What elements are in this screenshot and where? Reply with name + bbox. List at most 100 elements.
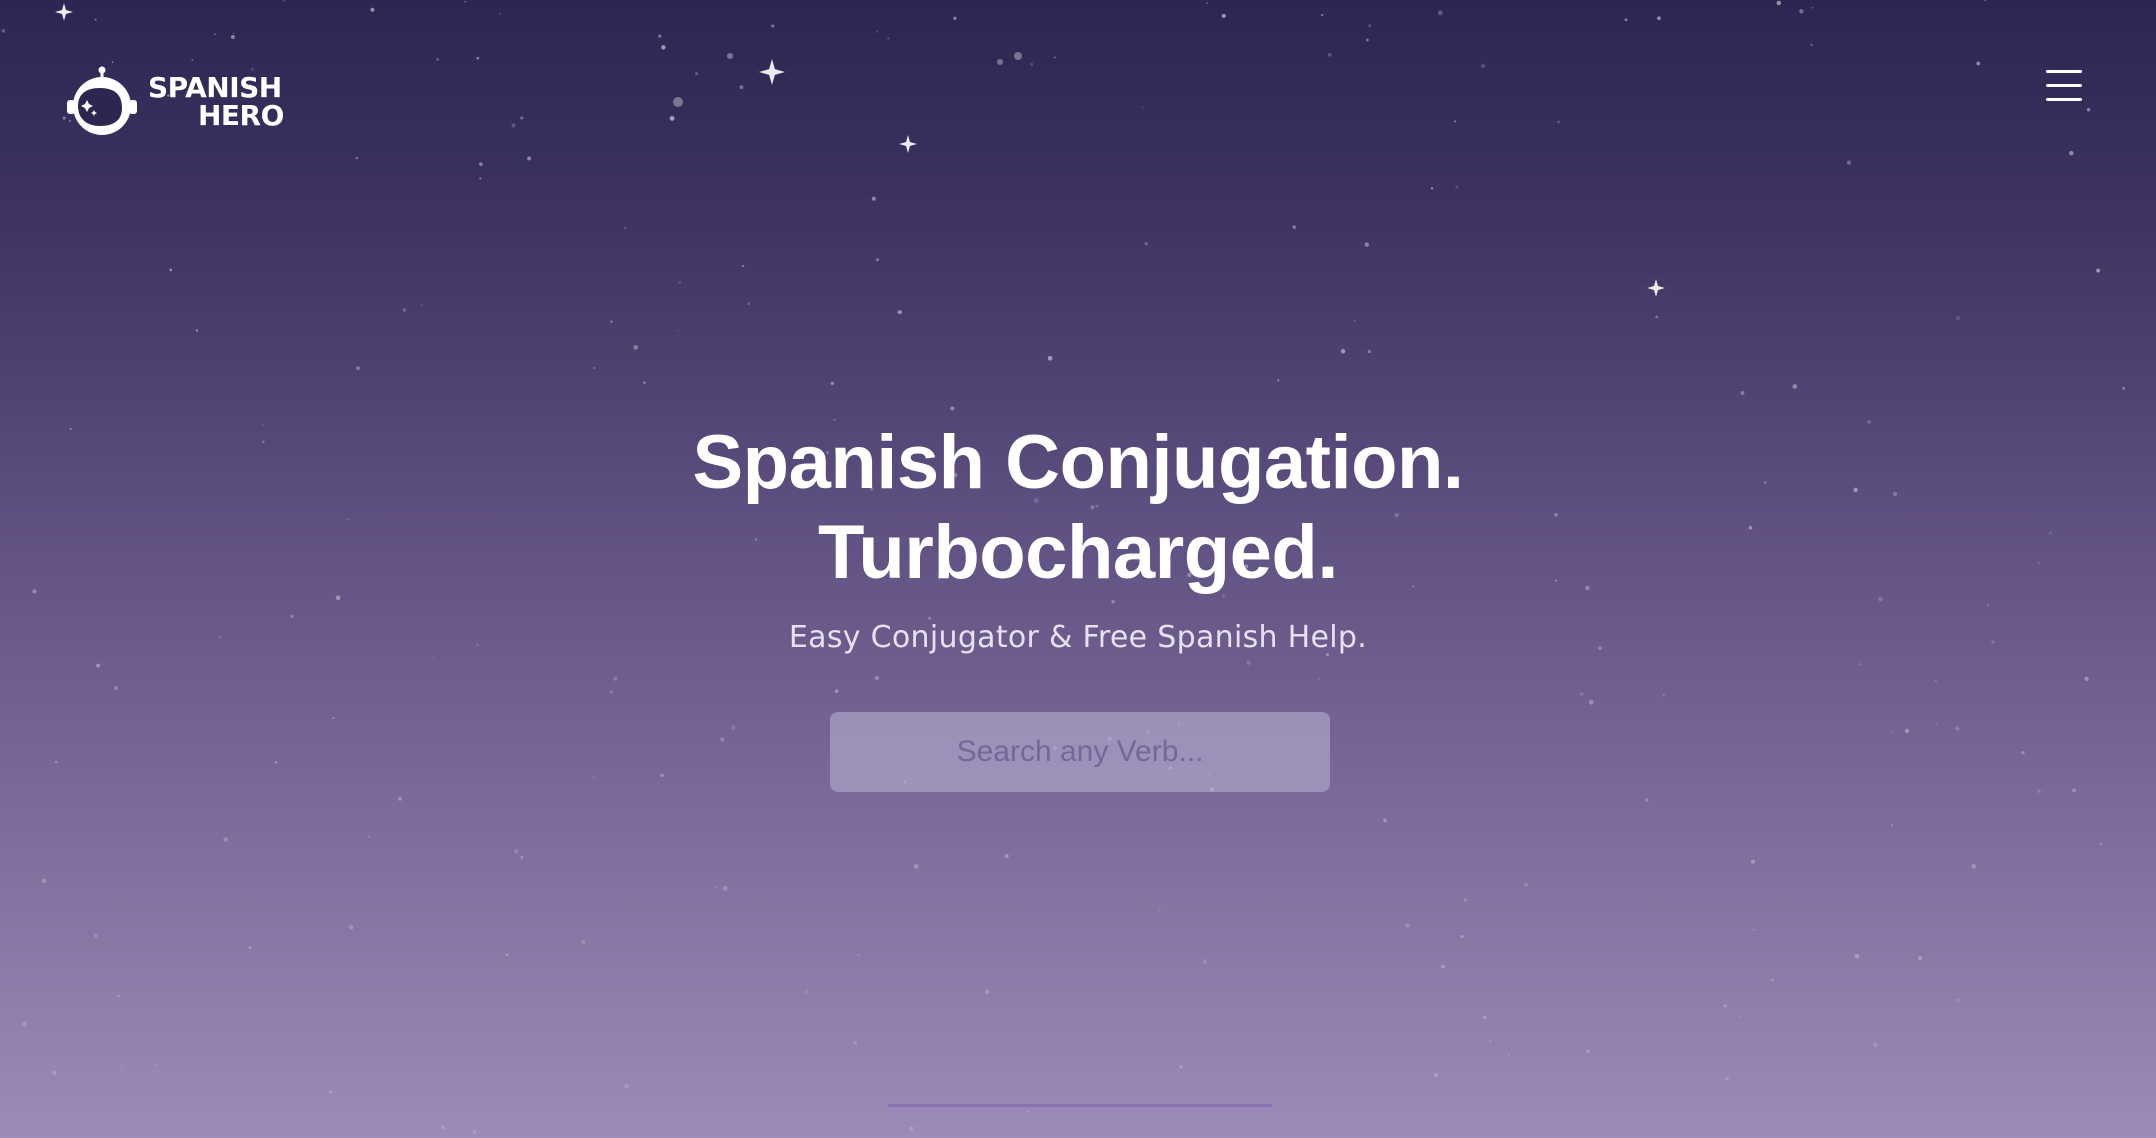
star	[1524, 882, 1529, 887]
star	[464, 0, 466, 3]
star	[232, 32, 235, 35]
star	[660, 773, 664, 778]
star	[1586, 1049, 1590, 1053]
star	[1489, 1039, 1492, 1042]
star	[1891, 824, 1893, 826]
star	[420, 304, 423, 306]
star	[739, 85, 744, 90]
star	[1955, 316, 1961, 321]
astronaut-helmet-icon	[67, 66, 137, 135]
star	[875, 258, 880, 262]
verb-search-input[interactable]	[830, 712, 1330, 792]
star	[169, 268, 173, 272]
star	[897, 310, 902, 315]
menu-bar	[2046, 98, 2082, 101]
star	[1776, 0, 1782, 6]
star	[953, 16, 957, 21]
star	[1353, 319, 1356, 322]
star	[673, 97, 683, 107]
star	[1221, 13, 1226, 18]
star	[479, 162, 483, 166]
star	[1179, 1065, 1183, 1069]
star	[1725, 1076, 1729, 1081]
star	[1321, 13, 1324, 17]
star	[1455, 185, 1459, 189]
star	[441, 1125, 445, 1130]
star	[1750, 859, 1756, 864]
star	[520, 855, 524, 859]
star	[1463, 898, 1468, 902]
star	[356, 366, 360, 371]
star	[1014, 52, 1022, 60]
star	[479, 177, 482, 180]
star	[1026, 1110, 1029, 1113]
star	[830, 381, 834, 386]
star	[2086, 108, 2091, 112]
star	[349, 925, 354, 930]
star	[1144, 241, 1149, 246]
star	[677, 329, 679, 332]
star	[1656, 16, 1661, 21]
star	[1872, 1042, 1878, 1048]
star	[643, 381, 646, 385]
star	[54, 760, 58, 764]
star	[715, 886, 718, 889]
star	[1383, 818, 1387, 823]
star	[116, 994, 120, 998]
star	[874, 675, 879, 680]
star	[805, 990, 809, 994]
sparkle-star	[1647, 279, 1665, 297]
star	[527, 156, 532, 161]
star	[223, 837, 228, 842]
star	[678, 280, 682, 284]
star	[476, 56, 480, 60]
star	[2069, 150, 2074, 156]
star	[511, 123, 516, 128]
star	[593, 366, 596, 370]
star	[52, 1070, 57, 1076]
hamburger-menu-icon[interactable]	[2046, 70, 2084, 102]
star	[41, 878, 47, 884]
logo-wordmark: SPANISH HERO	[148, 74, 284, 130]
star	[1441, 964, 1445, 969]
star	[1204, 959, 1207, 962]
star	[1624, 18, 1628, 22]
star	[1365, 38, 1369, 42]
star	[887, 37, 890, 40]
star	[1246, 660, 1251, 666]
star	[914, 864, 919, 869]
hero-section: Spanish Conjugation. Turbocharged. Easy …	[0, 418, 2156, 655]
star	[581, 940, 586, 944]
star	[909, 1126, 913, 1131]
star	[661, 45, 666, 50]
star	[1935, 723, 1938, 725]
star	[1846, 160, 1851, 165]
star	[2037, 789, 2041, 793]
star	[2096, 268, 2101, 273]
star	[329, 1090, 333, 1094]
spanish-hero-logo[interactable]: SPANISH HERO	[64, 66, 284, 138]
star	[1917, 956, 1923, 961]
star	[1752, 928, 1755, 931]
star	[520, 116, 524, 120]
star	[2072, 788, 2077, 793]
star	[191, 59, 194, 61]
star	[1976, 61, 1981, 66]
star	[1047, 355, 1053, 361]
star	[436, 58, 439, 61]
star	[1971, 863, 1976, 869]
star	[1799, 9, 1804, 14]
star	[368, 835, 370, 838]
star	[1004, 854, 1009, 859]
star	[1431, 187, 1434, 190]
star	[1030, 62, 1034, 67]
star	[747, 302, 751, 306]
star	[1580, 692, 1584, 696]
sparkle-star	[899, 135, 917, 153]
star	[1340, 349, 1346, 354]
star	[1292, 225, 1296, 229]
star	[2099, 842, 2102, 845]
star	[695, 72, 699, 76]
star	[1318, 678, 1321, 681]
star	[592, 775, 595, 778]
